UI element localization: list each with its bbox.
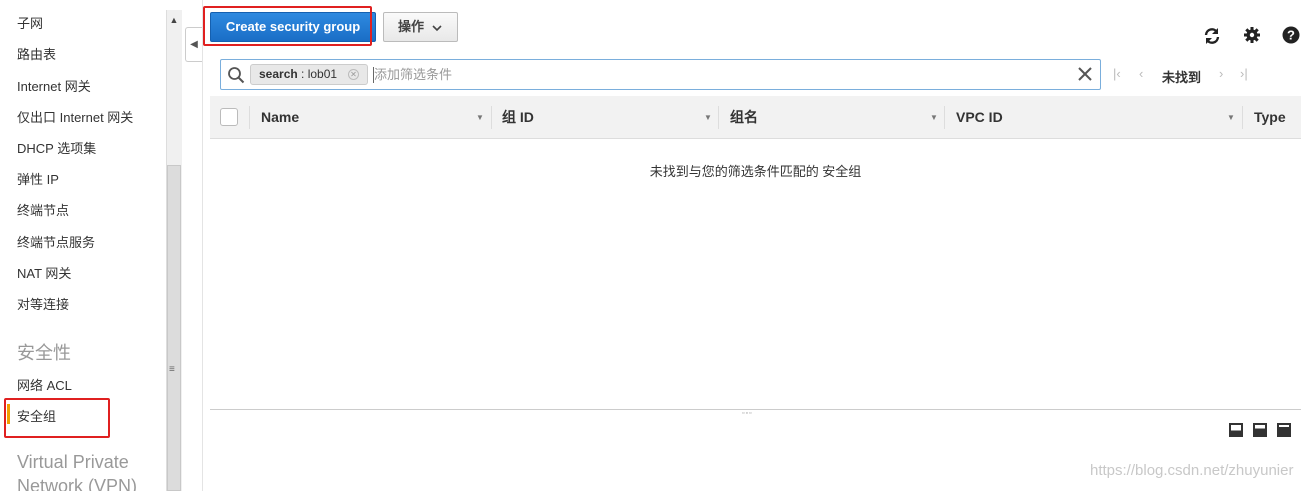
section-heading-vpn: Virtual Private Network (VPN)	[17, 452, 138, 491]
sort-caret-icon[interactable]: ▼	[1227, 96, 1235, 139]
sidebar-item-nat-gateways[interactable]: NAT 网关	[17, 263, 71, 282]
section-heading-security: 安全性	[17, 343, 71, 363]
actions-dropdown-button[interactable]: 操作	[383, 12, 458, 42]
layout-split-pane-icon[interactable]	[1253, 423, 1267, 437]
help-icon[interactable]: ?	[1282, 26, 1302, 46]
sidebar-scrollbar-thumb[interactable]	[167, 165, 181, 491]
column-header-group-id[interactable]: 组 ID	[502, 96, 534, 139]
sidebar-item-route-tables[interactable]: 路由表	[17, 44, 56, 63]
active-item-marker	[7, 404, 10, 424]
sidebar-nav: 子网 路由表 Internet 网关 仅出口 Internet 网关 DHCP …	[0, 0, 166, 491]
column-separator	[491, 106, 492, 129]
column-header-group-name[interactable]: 组名	[730, 96, 758, 139]
column-header-name[interactable]: Name	[261, 96, 299, 139]
scroll-up-arrow-icon[interactable]: ▲	[166, 10, 182, 30]
sidebar-item-peering-connections[interactable]: 对等连接	[17, 294, 69, 313]
select-all-checkbox[interactable]	[220, 108, 238, 126]
sort-caret-icon[interactable]: ▼	[930, 96, 938, 139]
first-page-icon[interactable]: |‹	[1113, 66, 1121, 81]
sidebar-item-endpoints[interactable]: 终端节点	[17, 200, 69, 219]
sidebar-item-endpoint-services[interactable]: 终端节点服务	[17, 232, 95, 251]
column-separator	[1242, 106, 1243, 129]
svg-text:?: ?	[1287, 28, 1295, 43]
layout-full-pane-icon[interactable]	[1277, 423, 1291, 437]
clear-search-icon[interactable]	[1076, 65, 1094, 83]
sidebar-item-elastic-ips[interactable]: 弹性 IP	[17, 169, 59, 188]
sidebar-item-network-acls[interactable]: 网络 ACL	[17, 375, 72, 394]
scrollbar-grip-icon: ≡	[169, 364, 175, 375]
layout-bottom-pane-icon[interactable]	[1229, 423, 1243, 437]
resize-grip-icon[interactable]: ▫▫▫	[742, 410, 752, 417]
remove-filter-icon[interactable]: ✕	[348, 69, 359, 80]
sidebar-item-security-groups[interactable]: 安全组	[17, 406, 56, 425]
filter-search-bar[interactable]: search : lob01 ✕	[220, 59, 1101, 90]
detail-pane-divider[interactable]	[210, 409, 1301, 410]
search-icon	[227, 66, 245, 89]
filter-token-key: search	[259, 67, 298, 81]
prev-page-icon[interactable]: ‹	[1139, 66, 1143, 81]
pager-status: 未找到	[1162, 70, 1202, 85]
sidebar-item-internet-gateways[interactable]: Internet 网关	[17, 76, 91, 95]
column-separator	[249, 106, 250, 129]
sidebar-item-subnets[interactable]: 子网	[17, 13, 43, 32]
pane-divider	[202, 0, 203, 491]
gear-icon[interactable]	[1243, 26, 1263, 46]
watermark-text: https://blog.csdn.net/zhuyunier	[1090, 462, 1294, 479]
column-separator	[718, 106, 719, 129]
sort-caret-icon[interactable]: ▼	[476, 96, 484, 139]
column-header-vpc-id[interactable]: VPC ID	[956, 96, 1003, 139]
table-header: Name ▼ 组 ID ▼ 组名 ▼ VPC ID ▼ Type	[210, 96, 1301, 139]
filter-token-value: lob01	[307, 67, 338, 81]
sidebar-item-egress-only-gateways[interactable]: 仅出口 Internet 网关	[17, 107, 133, 126]
filter-input[interactable]	[374, 63, 1064, 86]
last-page-icon[interactable]: ›|	[1240, 66, 1248, 81]
create-security-group-button[interactable]: Create security group	[210, 12, 376, 42]
column-separator	[944, 106, 945, 129]
actions-label: 操作	[398, 19, 425, 34]
refresh-icon[interactable]	[1202, 26, 1222, 46]
column-header-type[interactable]: Type	[1254, 96, 1286, 139]
sort-caret-icon[interactable]: ▼	[704, 96, 712, 139]
empty-table-message: 未找到与您的筛选条件匹配的 安全组	[649, 164, 862, 179]
collapse-sidebar-button[interactable]: ◀	[185, 27, 202, 62]
filter-token[interactable]: search : lob01 ✕	[250, 64, 368, 85]
sidebar-item-dhcp-options[interactable]: DHCP 选项集	[17, 138, 96, 157]
next-page-icon[interactable]: ›	[1219, 66, 1223, 81]
chevron-down-icon	[432, 13, 442, 41]
